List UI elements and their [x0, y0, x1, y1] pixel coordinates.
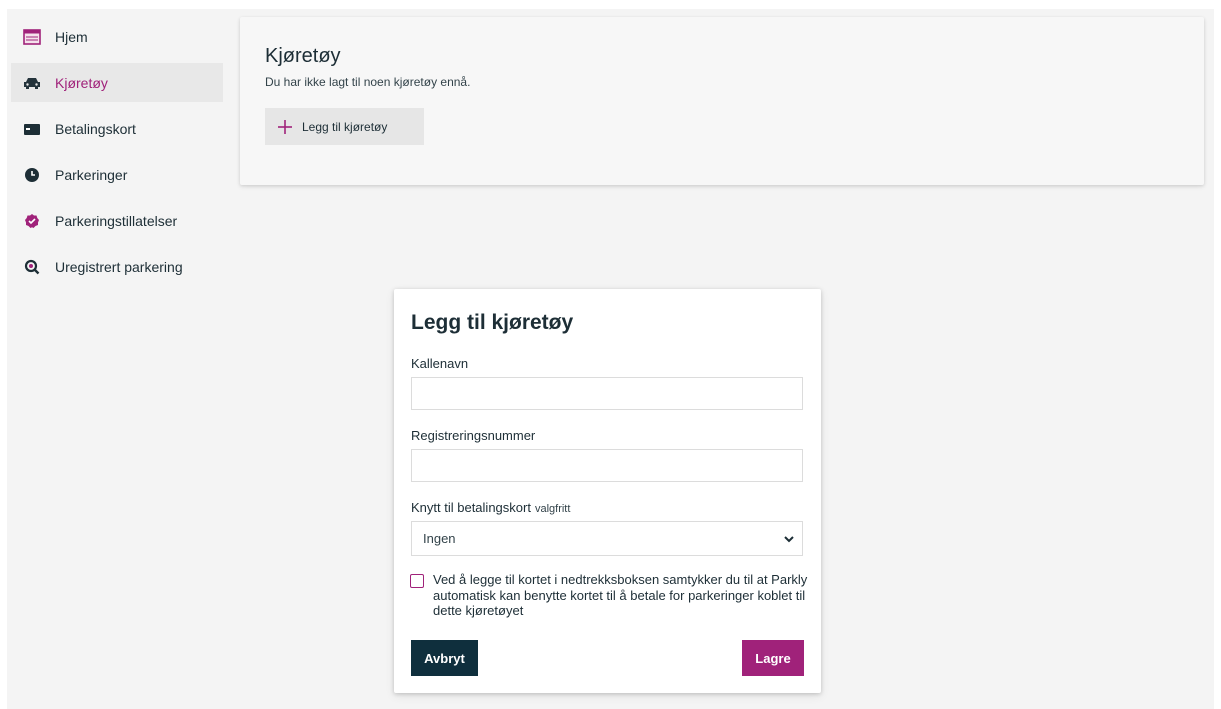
badge-check-icon	[23, 212, 41, 230]
car-icon	[23, 74, 41, 92]
credit-card-icon	[23, 120, 41, 138]
payment-card-select[interactable]: Ingen	[411, 521, 803, 556]
search-icon	[23, 258, 41, 276]
empty-state-text: Du har ikke lagt til noen kjøretøy ennå.	[265, 75, 471, 89]
optional-hint: valgfritt	[534, 503, 571, 515]
calendar-icon	[23, 28, 41, 46]
sidebar-item-betalingskort[interactable]: Betalingskort	[11, 109, 223, 148]
sidebar-item-parkeringstillatelser[interactable]: Parkeringstillatelser	[11, 201, 223, 240]
sidebar-item-label: Parkeringstillatelser	[55, 212, 178, 229]
sidebar-item-label: Uregistrert parkering	[55, 258, 183, 275]
cancel-button[interactable]: Avbryt	[411, 640, 478, 676]
sidebar-item-kjoretoy[interactable]: Kjøretøy	[11, 63, 223, 102]
payment-card-label: Knytt til betalingskort valgfritt	[411, 500, 570, 515]
nickname-input[interactable]	[411, 377, 803, 410]
payment-card-label-text: Knytt til betalingskort	[411, 500, 531, 515]
chevron-down-icon	[784, 531, 794, 546]
vehicles-panel: Kjøretøy Du har ikke lagt til noen kjøre…	[240, 17, 1204, 185]
payment-card-selected-value: Ingen	[423, 531, 456, 546]
consent-text: Ved å legge til kortet i nedtrekksboksen…	[433, 572, 808, 618]
add-vehicle-label: Legg til kjøretøy	[302, 119, 388, 134]
plus-icon	[277, 119, 293, 135]
sidebar-item-label: Kjøretøy	[55, 74, 108, 91]
nickname-label: Kallenavn	[411, 356, 469, 371]
sidebar-item-label: Hjem	[55, 28, 88, 45]
sidebar-item-label: Betalingskort	[55, 120, 136, 137]
page-title: Kjøretøy	[265, 45, 341, 67]
registration-number-label: Registreringsnummer	[411, 428, 536, 443]
sidebar-item-uregistrert-parkering[interactable]: Uregistrert parkering	[11, 247, 223, 286]
sidebar-item-hjem[interactable]: Hjem	[11, 17, 223, 56]
sidebar: Hjem Kjøretøy Betalingskort Parkeringer …	[11, 17, 223, 293]
app-background: Hjem Kjøretøy Betalingskort Parkeringer …	[7, 9, 1214, 709]
sidebar-item-label: Parkeringer	[55, 166, 128, 183]
clock-icon	[23, 166, 41, 184]
sidebar-item-parkeringer[interactable]: Parkeringer	[11, 155, 223, 194]
save-button[interactable]: Lagre	[742, 640, 804, 676]
add-vehicle-button[interactable]: Legg til kjøretøy	[265, 108, 424, 145]
dialog-title: Legg til kjøretøy	[411, 311, 574, 334]
consent-checkbox[interactable]	[410, 574, 424, 588]
consent-row: Ved å legge til kortet i nedtrekksboksen…	[410, 572, 810, 619]
registration-number-input[interactable]	[411, 449, 803, 482]
add-vehicle-dialog: Legg til kjøretøy Kallenavn Registrering…	[394, 289, 821, 693]
